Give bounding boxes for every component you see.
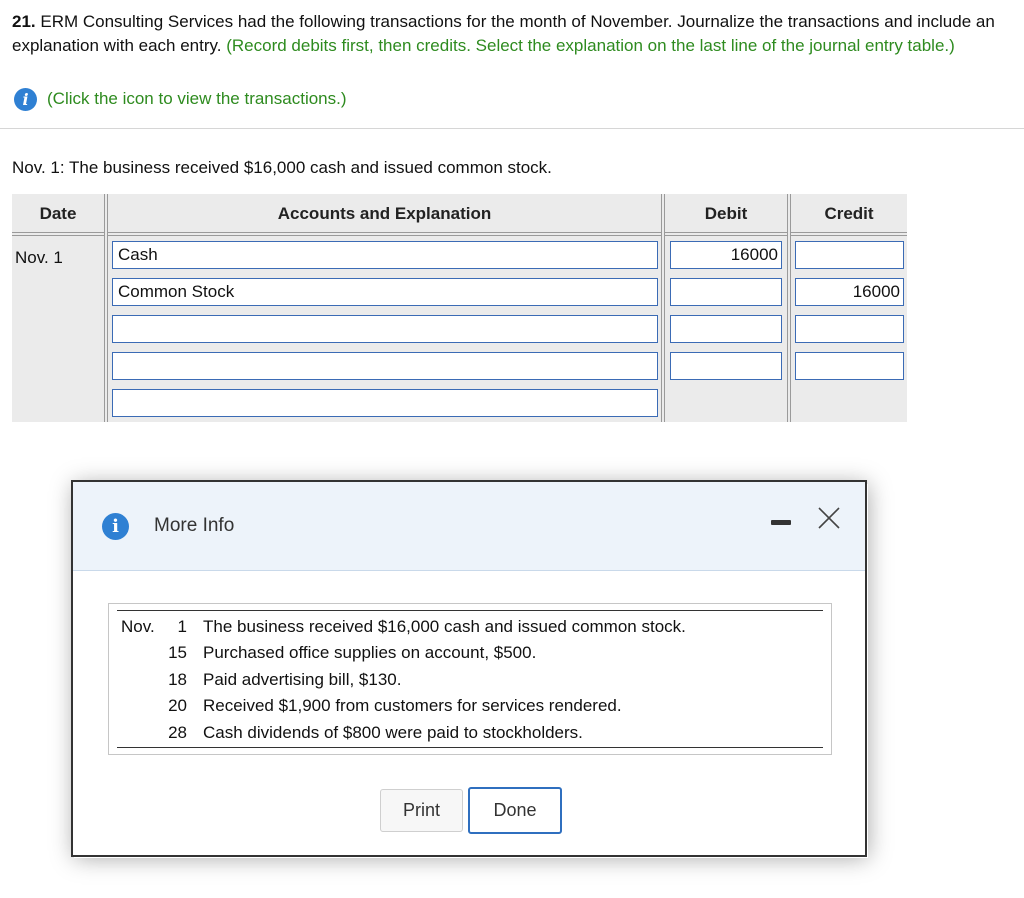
info-icon[interactable]: i — [14, 87, 37, 111]
accounts-header: Accounts and Explanation — [277, 204, 492, 223]
transaction-text: Received $1,900 from customers for servi… — [203, 696, 622, 715]
dialog-title: More Info — [154, 515, 235, 536]
transaction-day: 18 — [168, 670, 187, 689]
question-number: 21. — [12, 12, 36, 31]
month-label: Nov. — [121, 617, 155, 636]
credit-header: Credit — [824, 204, 874, 223]
done-button[interactable]: Done — [468, 787, 562, 834]
info-icon: i — [102, 513, 129, 540]
credit-field-1[interactable] — [795, 241, 904, 269]
transaction-text: The business received $16,000 cash and i… — [203, 617, 686, 636]
debit-field-1[interactable]: 16000 — [670, 241, 782, 269]
divider — [0, 128, 1024, 129]
question-text: 21. ERM Consulting Services had the foll… — [12, 10, 1012, 57]
print-button[interactable]: Print — [380, 789, 463, 832]
close-icon[interactable] — [813, 502, 845, 534]
bottom-rule — [117, 747, 823, 748]
debit-header: Debit — [704, 204, 748, 223]
credit-field-3[interactable] — [795, 315, 904, 343]
debit-field-4[interactable] — [670, 352, 782, 380]
column-divider — [661, 194, 665, 422]
transaction-prompt: Nov. 1: The business received $16,000 ca… — [12, 158, 552, 177]
column-divider — [787, 194, 791, 422]
transaction-day: 28 — [168, 723, 187, 742]
transaction-text: Purchased office supplies on account, $5… — [203, 643, 537, 662]
view-transactions-link[interactable]: i (Click the icon to view the transactio… — [12, 86, 347, 112]
more-info-dialog: i More Info Nov. 1 The business received… — [71, 480, 867, 857]
transaction-day: 15 — [168, 643, 187, 662]
transactions-list: Nov. 1 The business received $16,000 cas… — [108, 603, 832, 755]
transaction-day: 1 — [177, 617, 187, 636]
transaction-text: Cash dividends of $800 were paid to stoc… — [203, 723, 583, 742]
dialog-header: i More Info — [73, 482, 865, 571]
debit-field-2[interactable] — [670, 278, 782, 306]
column-divider — [104, 194, 108, 422]
question-instruction: (Record debits first, then credits. Sele… — [226, 35, 955, 55]
account-field-4[interactable] — [112, 352, 658, 380]
minimize-icon[interactable] — [771, 520, 791, 525]
header-rule — [12, 232, 907, 236]
credit-field-2[interactable]: 16000 — [795, 278, 904, 306]
entry-date: Nov. 1 — [15, 248, 63, 267]
info-link-label[interactable]: (Click the icon to view the transactions… — [47, 89, 347, 109]
journal-entry-table: Date Accounts and Explanation Debit Cred… — [12, 194, 907, 422]
date-header: Date — [39, 204, 77, 223]
transaction-day: 20 — [168, 696, 187, 715]
explanation-field[interactable] — [112, 389, 658, 417]
debit-field-3[interactable] — [670, 315, 782, 343]
account-field-1[interactable]: Cash — [112, 241, 658, 269]
top-rule — [117, 610, 823, 611]
account-field-2[interactable]: Common Stock — [112, 278, 658, 306]
transaction-text: Paid advertising bill, $130. — [203, 670, 402, 689]
account-field-3[interactable] — [112, 315, 658, 343]
credit-field-4[interactable] — [795, 352, 904, 380]
